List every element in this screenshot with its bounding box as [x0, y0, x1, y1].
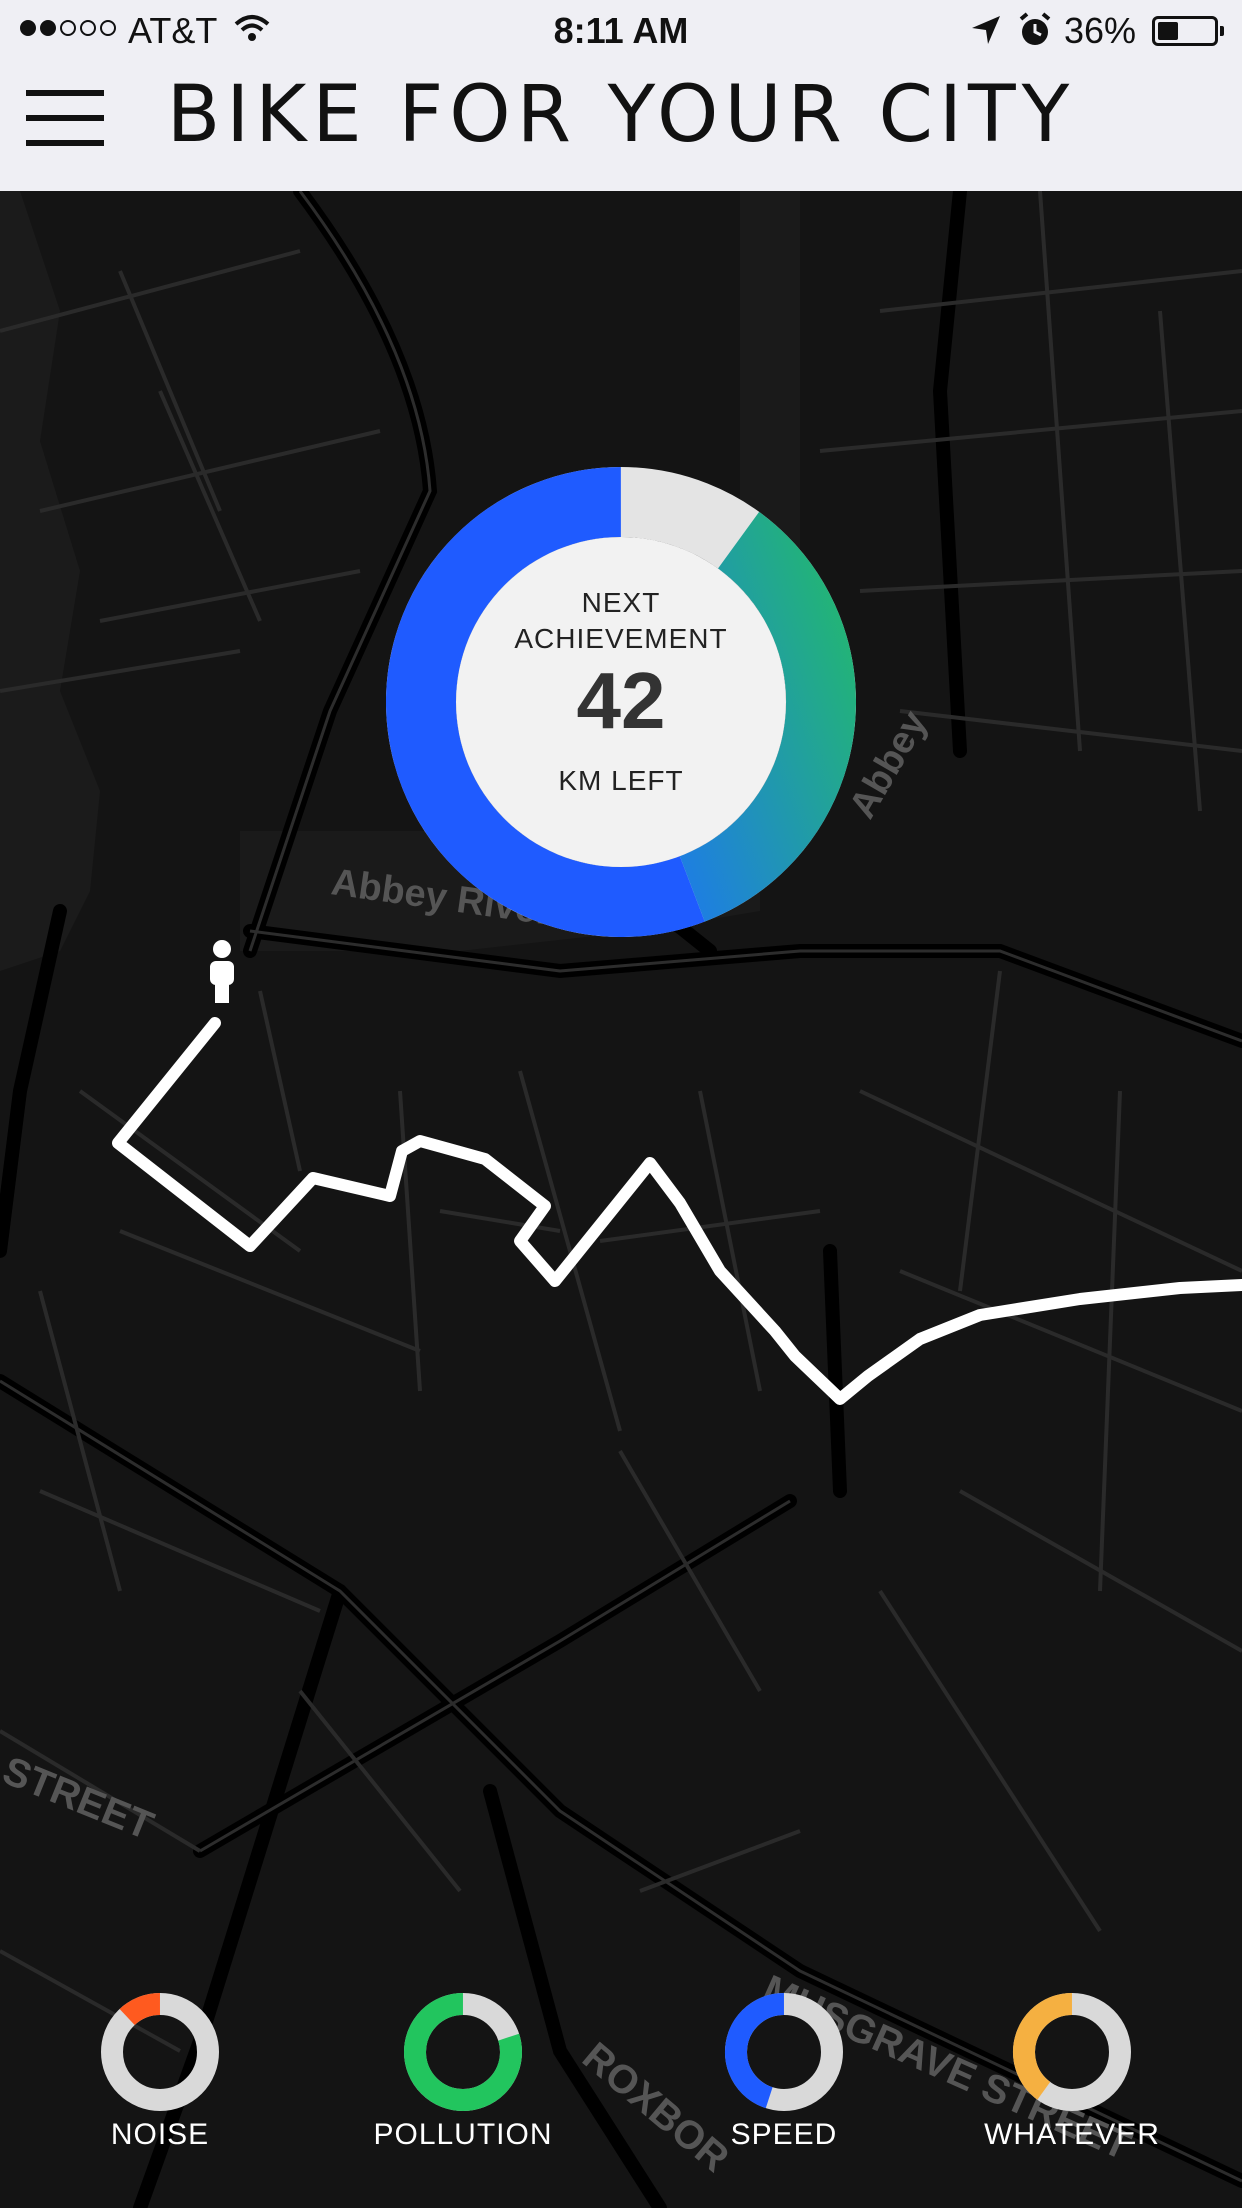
map-label: STREET — [0, 1749, 159, 1849]
alarm-clock-icon — [1019, 12, 1051, 45]
achievement-label: ACHIEVEMENT — [514, 623, 728, 654]
battery-icon — [1152, 16, 1218, 46]
gauge-pollution[interactable]: POLLUTION — [363, 1990, 563, 2170]
map-view[interactable]: Abbey River Abbey STREET ROXBOR MUSGRAVE STR… — [0, 191, 1242, 2208]
battery-level-fill — [1158, 22, 1178, 40]
noise-gauge-arc — [119, 1993, 161, 2026]
whatever-label: WHATEVER — [984, 2118, 1160, 2151]
person-icon[interactable] — [210, 940, 234, 1003]
speed-gauge-ring — [725, 1993, 843, 2111]
battery-percentage: 36% — [1064, 10, 1137, 51]
speed-gauge-arc — [725, 1993, 785, 2109]
achievement-unit-label: KM LEFT — [558, 765, 684, 796]
speed-label: SPEED — [730, 2118, 838, 2151]
achievement-label-next: NEXT — [581, 587, 661, 618]
clock: 8:11 AM — [553, 10, 689, 51]
achievement-km-value: 42 — [576, 656, 666, 745]
gauge-whatever[interactable]: WHATEVER — [972, 1990, 1172, 2170]
location-arrow-icon — [972, 16, 1000, 44]
status-bar: AT&T 8:11 AM 36% — [0, 0, 1242, 62]
pollution-label: POLLUTION — [373, 2118, 553, 2151]
page-title: BIKE FOR YOUR CITY — [166, 70, 1076, 160]
gauge-noise[interactable]: NOISE — [60, 1990, 260, 2170]
battery-cap — [1220, 26, 1224, 36]
app-screen: AT&T 8:11 AM 36% BIKE FOR YOUR CITY Abbe… — [0, 0, 1242, 2208]
pollution-gauge-ring — [404, 1993, 522, 2111]
whatever-gauge-arc — [1013, 1993, 1073, 2100]
gauge-speed[interactable]: SPEED — [684, 1990, 884, 2170]
next-achievement-gauge[interactable]: NEXT ACHIEVEMENT 42 KM LEFT — [386, 467, 856, 937]
noise-label: NOISE — [110, 2118, 210, 2151]
top-bar: AT&T 8:11 AM 36% BIKE FOR YOUR CITY — [0, 0, 1242, 191]
noise-gauge-ring — [101, 1993, 219, 2111]
whatever-gauge-ring — [1013, 1993, 1131, 2111]
